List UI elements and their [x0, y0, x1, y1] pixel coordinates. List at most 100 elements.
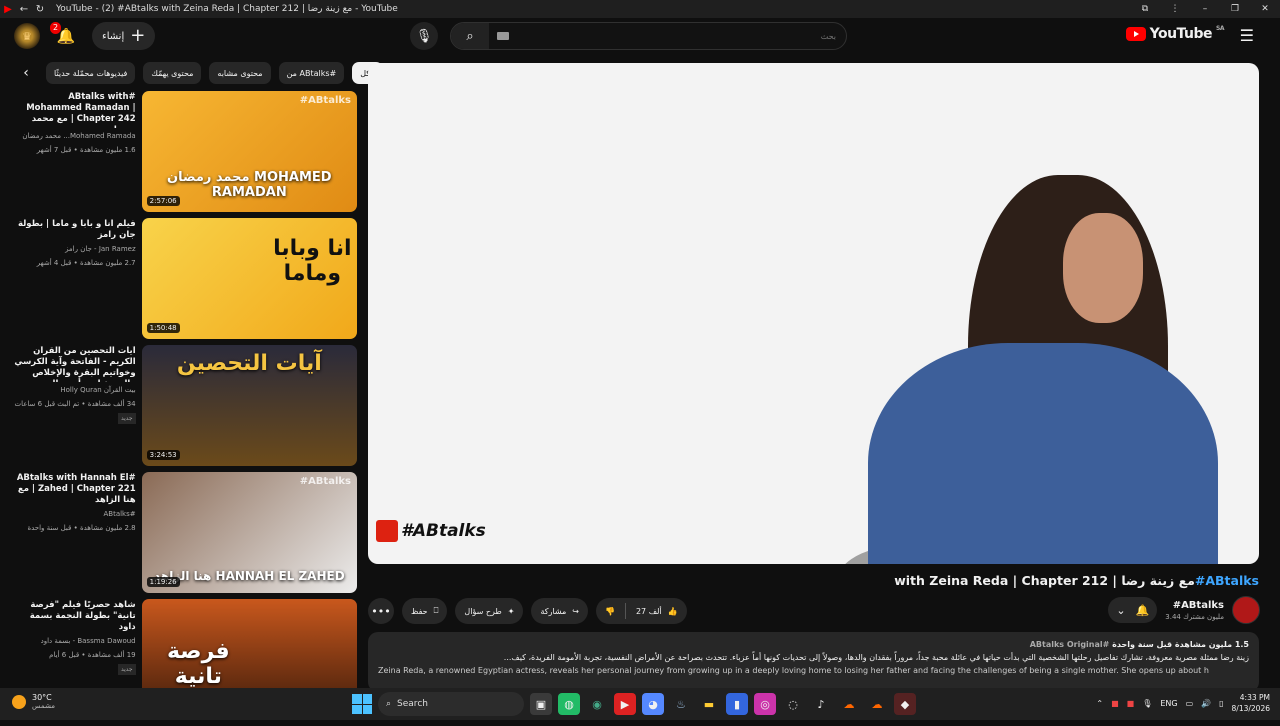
recommendation-item[interactable]: #ABtalks with Hannah El Zahed | Chapter … — [14, 472, 357, 599]
recommendations-list: #ABtalks with Mohammed Ramadan | Chapter… — [14, 91, 357, 726]
maximize-button[interactable]: ❐ — [1220, 4, 1250, 14]
soundcloud-icon[interactable]: ☁ — [838, 693, 860, 715]
create-button[interactable]: إنشاء + — [92, 22, 156, 50]
thumb-text: انا وبابا وماما — [273, 236, 352, 286]
voice-search-button[interactable]: 🎙 — [410, 22, 438, 50]
rec-thumbnail[interactable]: آيات التحصين 3:24:53 — [141, 345, 357, 466]
subscription-button[interactable]: ⌄ 🔔 — [1108, 597, 1158, 623]
reload-icon[interactable]: ↻ — [32, 4, 48, 15]
share-button[interactable]: مشاركة ↪ — [531, 598, 588, 624]
logo-region: SA — [1216, 24, 1224, 32]
video-description[interactable]: 1.5 مليون مشاهدة قبل سنة واحدة #ABtalks … — [368, 632, 1259, 692]
rec-channel[interactable]: بيت القرآن Holly Quran — [14, 385, 135, 396]
browser-menu-icon[interactable]: ⋮ — [1160, 4, 1190, 14]
notifications-button[interactable]: 🔔 2 — [50, 22, 78, 48]
chevron-left-icon[interactable]: ‹ — [14, 62, 38, 84]
steam-icon[interactable]: ♨ — [670, 693, 692, 715]
search-input[interactable] — [509, 23, 846, 49]
duration-badge: 3:24:53 — [146, 450, 180, 460]
chrome-icon[interactable]: ◉ — [586, 693, 608, 715]
extensions-icon[interactable]: ⧉ — [1130, 4, 1160, 14]
tray-icon[interactable]: ■ — [1111, 699, 1119, 708]
language-indicator[interactable]: ENG — [1160, 699, 1177, 708]
app-icon[interactable]: ◍ — [558, 693, 580, 715]
task-view-icon[interactable]: ▣ — [530, 693, 552, 715]
tiktok-icon[interactable]: ♪ — [810, 693, 832, 715]
youtube-logo[interactable]: YouTube SA — [1125, 24, 1224, 42]
video-title-hashtag[interactable]: #ABtalks — [1195, 573, 1259, 588]
cloud-app-icon[interactable]: ☁ — [866, 693, 888, 715]
recommendation-item[interactable]: #ABtalks with Mohammed Ramadan | Chapter… — [14, 91, 357, 218]
rec-channel[interactable]: Mohamed Ramada... محمد رمضان — [14, 131, 135, 142]
volume-icon[interactable]: 🔊 — [1201, 699, 1211, 708]
file-explorer-icon[interactable]: ▬ — [698, 693, 720, 715]
weather-widget[interactable]: 30°C مشمس — [12, 693, 55, 710]
thumb-watermark: #ABtalks — [299, 476, 351, 487]
channel-avatar[interactable] — [1232, 596, 1260, 624]
instagram-icon[interactable]: ◎ — [754, 693, 776, 715]
rec-thumbnail[interactable]: انا وبابا وماما 1:50:48 — [141, 218, 357, 339]
account-avatar[interactable]: ♛ — [14, 23, 40, 49]
rec-meta: 34 ألف مشاهدة • تم البث قبل 6 ساعات — [14, 400, 136, 408]
window-title: YouTube - (2) #ABtalks with Zeina Reda |… — [56, 4, 398, 14]
new-badge: جديد — [117, 664, 136, 675]
youtube-app-icon[interactable]: ▶ — [614, 693, 636, 715]
rec-meta: 1.6 مليون مشاهدة • قبل 7 أشهر — [36, 146, 136, 154]
video-player[interactable]: #ABtalks — [368, 63, 1259, 564]
more-actions-button[interactable]: ••• — [368, 598, 394, 624]
chip-related[interactable]: محتوى مشابه — [209, 62, 271, 84]
date: 8/13/2026 — [1231, 704, 1270, 713]
thumb-text: محمد رمضان MOHAMED RAMADAN — [167, 170, 332, 200]
rec-channel[interactable]: #ABtalks — [14, 509, 135, 520]
rec-title[interactable]: آيات التحصين من القرآن الكريم - الفاتحة … — [14, 346, 135, 382]
rec-title[interactable]: #ABtalks with Hannah El Zahed | Chapter … — [14, 473, 136, 506]
recommendation-item[interactable]: آيات التحصين من القرآن الكريم - الفاتحة … — [14, 345, 357, 472]
channel-info[interactable]: #ABtalks 3.44 مليون مشترك — [1165, 600, 1224, 621]
rec-meta: 19 ألف مشاهدة • قبل 6 أيام — [49, 651, 136, 659]
channel-name[interactable]: #ABtalks — [1165, 600, 1224, 611]
rec-channel[interactable]: Bassma Dawoud - بسمة داود — [14, 636, 136, 647]
plus-icon: + — [130, 25, 146, 46]
rec-thumbnail[interactable]: #ABtalks محمد رمضان MOHAMED RAMADAN 2:57… — [141, 91, 357, 212]
thumb-watermark: #ABtalks — [299, 95, 351, 106]
network-icon[interactable]: ▭ — [1186, 699, 1194, 708]
ask-button[interactable]: طرح سؤال ✦ — [455, 598, 524, 624]
save-button[interactable]: حفظ ⎕ — [402, 598, 448, 624]
app-icon[interactable]: ▮ — [726, 693, 748, 715]
rec-thumbnail[interactable]: #ABtalks هنا الزاهد HANNAH EL ZAHED 1:19… — [141, 472, 357, 593]
taskbar-search[interactable]: ⌕ Search — [378, 692, 524, 716]
clock[interactable]: 4:33 PM 8/13/2026 — [1232, 692, 1270, 714]
brave-icon[interactable]: ◆ — [894, 693, 916, 715]
save-label: حفظ — [411, 606, 428, 616]
dislike-icon[interactable]: 👎 — [605, 607, 615, 616]
search-button[interactable]: ⌕ — [451, 23, 489, 49]
chevron-up-icon[interactable]: ⌃ — [1096, 699, 1103, 708]
chip-from-channel[interactable]: من ABtalks# — [278, 62, 345, 84]
mic-tray-icon[interactable]: 🎙 — [1142, 699, 1152, 708]
like-count[interactable]: 27 ألف — [636, 607, 662, 616]
chip-for-you[interactable]: محتوى يهمّك — [143, 62, 202, 84]
close-button[interactable]: ✕ — [1250, 4, 1280, 14]
chip-recent[interactable]: فيديوهات محمّلة حديثًا — [46, 62, 136, 84]
recommendation-item[interactable]: فيلم انا و بابا و ماما | بطولة جان رامز … — [14, 218, 357, 345]
back-icon[interactable]: ← — [16, 4, 32, 15]
battery-icon[interactable]: ▯ — [1219, 699, 1223, 708]
rec-title[interactable]: شاهد حصريًا فيلم "فرصة تانية" بطولة النج… — [14, 600, 136, 633]
obs-icon[interactable]: ◌ — [782, 693, 804, 715]
start-button[interactable] — [352, 694, 372, 714]
thumb-text: آيات التحصين — [176, 351, 322, 376]
like-dislike-group: 👎 27 ألف 👍 — [596, 598, 687, 624]
description-hashtag[interactable]: #ABtalks Original — [1030, 640, 1110, 649]
taskbar-apps: ⌕ Search ▣ ◍ ◉ ▶ ◕ ♨ ▬ ▮ ◎ ◌ ♪ ☁ ☁ ◆ — [352, 692, 916, 716]
create-label: إنشاء — [102, 30, 125, 42]
like-icon[interactable]: 👍 — [668, 607, 678, 616]
hamburger-menu-icon[interactable]: ☰ — [1240, 26, 1254, 45]
rec-title[interactable]: فيلم انا و بابا و ماما | بطولة جان رامز — [14, 219, 136, 241]
tray-icon[interactable]: ■ — [1127, 699, 1135, 708]
minimize-button[interactable]: – — [1190, 4, 1220, 14]
rec-channel[interactable]: Jan Ramez - جان رامز — [14, 244, 136, 255]
rec-title[interactable]: #ABtalks with Mohammed Ramadan | Chapter… — [14, 92, 135, 128]
keyboard-icon[interactable] — [497, 32, 509, 40]
logo-text: YouTube — [1149, 26, 1213, 42]
discord-icon[interactable]: ◕ — [642, 693, 664, 715]
